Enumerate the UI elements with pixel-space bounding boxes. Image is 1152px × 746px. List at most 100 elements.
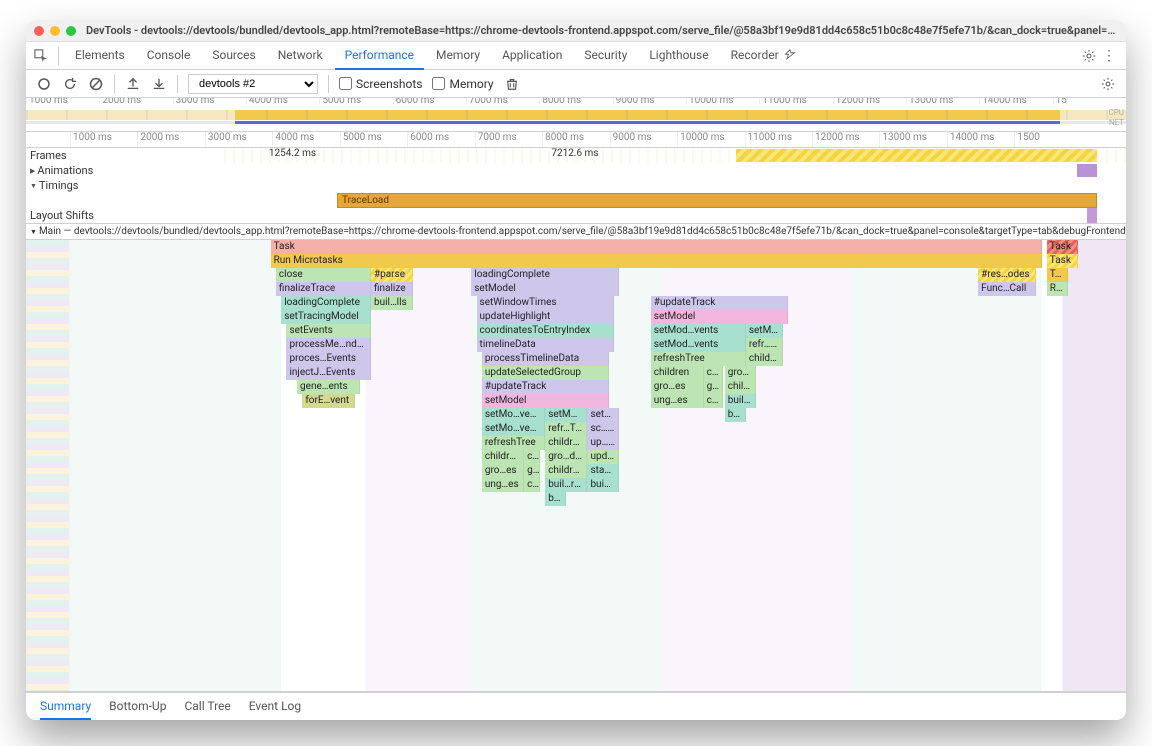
more-icon[interactable]: ⋮	[1102, 51, 1116, 61]
animations-track-label[interactable]: ▶Animations	[26, 164, 152, 177]
layout-shifts-label[interactable]: Layout Shifts	[26, 209, 152, 222]
flame-entry[interactable]: close	[276, 268, 371, 282]
record-button[interactable]	[36, 76, 52, 92]
flame-entry[interactable]: finalizeTrace	[276, 282, 371, 296]
timings-track-label[interactable]: ▼Timings	[26, 179, 152, 192]
frames-track[interactable]: 1254.2 ms 7212.6 ms	[152, 148, 1126, 163]
flame-entry[interactable]: b…n	[725, 408, 746, 422]
timings-track[interactable]: TraceLoad	[152, 193, 1126, 208]
details-tab-bottom-up[interactable]: Bottom-Up	[109, 693, 166, 720]
animations-track[interactable]	[152, 163, 1126, 178]
inspect-element-icon[interactable]	[30, 45, 52, 67]
flame-entry[interactable]: forE…vent	[302, 394, 355, 408]
flame-entry[interactable]: injectJ…Events	[286, 366, 370, 380]
flame-entry[interactable]: up…ow	[587, 436, 619, 450]
flame-entry[interactable]: gro…des	[725, 366, 757, 380]
flame-entry[interactable]: processTimelineData	[482, 352, 609, 366]
flame-entry[interactable]: setModel	[482, 394, 609, 408]
memory-checkbox[interactable]: Memory	[432, 77, 493, 91]
details-tab-summary[interactable]: Summary	[40, 693, 91, 720]
flame-entry[interactable]: setEvents	[286, 324, 370, 338]
flame-entry[interactable]: b…	[545, 492, 566, 506]
session-select[interactable]: devtools #2	[188, 74, 318, 94]
flame-entry[interactable]: children	[545, 464, 587, 478]
flame-entry[interactable]: coordinatesToEntryIndex	[477, 324, 614, 338]
flame-entry[interactable]: R…	[1047, 282, 1068, 296]
capture-settings-icon[interactable]	[1100, 76, 1116, 92]
close-window-icon[interactable]	[34, 26, 44, 36]
flame-entry[interactable]: #updateTrack	[651, 296, 788, 310]
flame-entry[interactable]: c…n	[704, 394, 723, 408]
flame-entry[interactable]: bui…ed	[587, 478, 619, 492]
flame-entry[interactable]: #res…odes	[978, 268, 1036, 282]
screenshots-checkbox[interactable]: Screenshots	[339, 77, 422, 91]
flame-entry[interactable]: Func…Call	[978, 282, 1036, 296]
tab-lighthouse[interactable]: Lighthouse	[639, 42, 718, 69]
flame-entry[interactable]: refreshTree	[651, 352, 746, 366]
details-tab-event-log[interactable]: Event Log	[249, 693, 301, 720]
flame-entry[interactable]: setTracingModel	[281, 310, 371, 324]
flame-entry[interactable]: c…	[524, 478, 540, 492]
flame-entry[interactable]: c…	[524, 450, 540, 464]
flame-entry[interactable]: setWindowTimes	[477, 296, 614, 310]
minimize-window-icon[interactable]	[50, 26, 60, 36]
flame-entry[interactable]: sc…ow	[587, 422, 619, 436]
flame-entry[interactable]: g…s	[704, 380, 723, 394]
flame-entry[interactable]: gro…es	[651, 380, 704, 394]
flame-entry[interactable]: setModel	[471, 282, 619, 296]
flame-entry[interactable]: setMod…vents	[651, 338, 746, 352]
flame-chart[interactable]: TaskTaskRun MicrotasksTaskclose#parseloa…	[26, 240, 1126, 692]
flame-entry[interactable]: children	[545, 436, 587, 450]
flame-entry[interactable]: upd…ts	[587, 450, 619, 464]
settings-icon[interactable]	[1082, 49, 1096, 63]
flame-entry[interactable]: set…on	[587, 408, 619, 422]
tab-sources[interactable]: Sources	[202, 42, 265, 69]
flame-entry[interactable]: buil…ren	[725, 394, 757, 408]
flame-entry[interactable]: g…	[524, 464, 540, 478]
frames-track-label[interactable]: Frames	[26, 149, 152, 162]
flame-entry[interactable]: #updateTrack	[482, 380, 609, 394]
flame-entry[interactable]: setModel	[651, 310, 788, 324]
flame-entry[interactable]: ung…es	[482, 478, 524, 492]
reload-record-button[interactable]	[62, 76, 78, 92]
tab-memory[interactable]: Memory	[426, 42, 490, 69]
flame-entry[interactable]: #parse	[371, 268, 413, 282]
flame-entry[interactable]: Task	[271, 240, 1042, 254]
load-profile-button[interactable]	[125, 76, 141, 92]
save-profile-button[interactable]	[151, 76, 167, 92]
flame-entry[interactable]: Task	[1047, 240, 1079, 254]
flame-entry[interactable]: T…	[1047, 268, 1068, 282]
flame-entry[interactable]: proces…Events	[286, 352, 370, 366]
flame-entry[interactable]: Run Microtasks	[271, 254, 1042, 268]
tab-security[interactable]: Security	[574, 42, 637, 69]
flame-entry[interactable]: c…n	[704, 366, 723, 380]
flame-entry[interactable]: gene…ents	[297, 380, 360, 394]
clear-button[interactable]	[88, 76, 104, 92]
flame-entry[interactable]: sta…ge	[587, 464, 619, 478]
flame-entry[interactable]: updateSelectedGroup	[482, 366, 609, 380]
flame-entry[interactable]: setMod…vents	[651, 324, 746, 338]
flame-entry[interactable]: children	[746, 352, 783, 366]
tab-network[interactable]: Network	[268, 42, 333, 69]
flame-entry[interactable]: refreshTree	[482, 436, 545, 450]
flame-entry[interactable]: buil…ren	[545, 478, 587, 492]
flame-entry[interactable]: loadingComplete	[471, 268, 619, 282]
tab-application[interactable]: Application	[492, 42, 572, 69]
flame-entry[interactable]: setMo…vents	[482, 408, 545, 422]
flame-entry[interactable]: gro…des	[545, 450, 587, 464]
flame-entry[interactable]: timelineData	[477, 338, 614, 352]
flame-entry[interactable]: children	[651, 366, 704, 380]
flame-entry[interactable]: refr…Tree	[545, 422, 587, 436]
details-tab-call-tree[interactable]: Call Tree	[184, 693, 230, 720]
tab-console[interactable]: Console	[137, 42, 201, 69]
flame-entry[interactable]: processMe…ndThreads	[286, 338, 370, 352]
timeline-overview[interactable]: 1000 ms2000 ms3000 ms4000 ms5000 ms6000 …	[26, 98, 1126, 132]
flame-entry[interactable]: setMo…vents	[482, 422, 545, 436]
flame-entry[interactable]: loadingComplete	[281, 296, 371, 310]
tab-performance[interactable]: Performance	[335, 42, 424, 70]
flame-entry[interactable]: buil…lls	[371, 296, 413, 310]
tab-recorder[interactable]: Recorder	[721, 42, 806, 69]
flame-entry[interactable]: gro…es	[482, 464, 524, 478]
timeline-ruler[interactable]: 1000 ms2000 ms3000 ms4000 ms5000 ms6000 …	[26, 132, 1126, 148]
flame-entry[interactable]: setM…nts	[746, 324, 783, 338]
